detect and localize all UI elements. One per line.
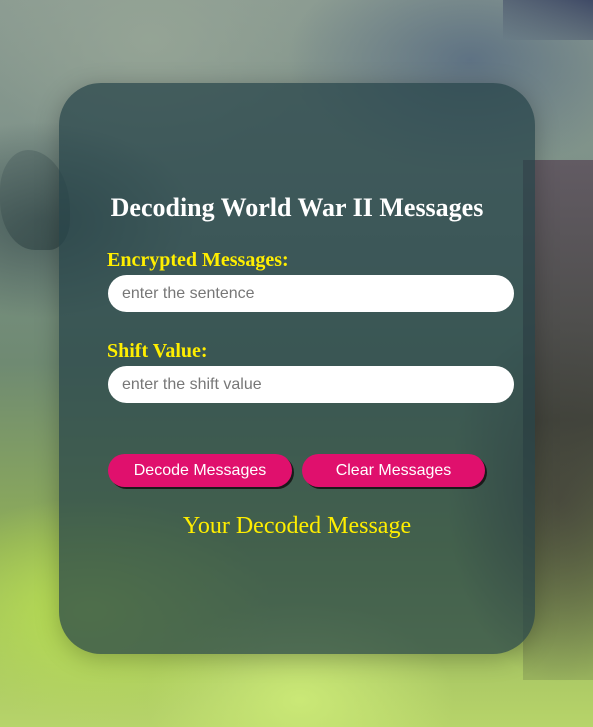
background-corner bbox=[503, 0, 593, 40]
shift-value-label: Shift Value: bbox=[107, 340, 208, 362]
decoded-message-output: Your Decoded Message bbox=[182, 513, 412, 539]
clear-button[interactable]: Clear Messages bbox=[302, 454, 485, 487]
encrypted-message-input[interactable] bbox=[108, 275, 514, 312]
decoder-card: Decoding World War II Messages Encrypted… bbox=[59, 83, 535, 654]
page-title: Decoding World War II Messages bbox=[110, 193, 484, 222]
decode-button[interactable]: Decode Messages bbox=[108, 454, 292, 487]
encrypted-message-label: Encrypted Messages: bbox=[107, 249, 289, 271]
shift-value-input[interactable] bbox=[108, 366, 514, 403]
